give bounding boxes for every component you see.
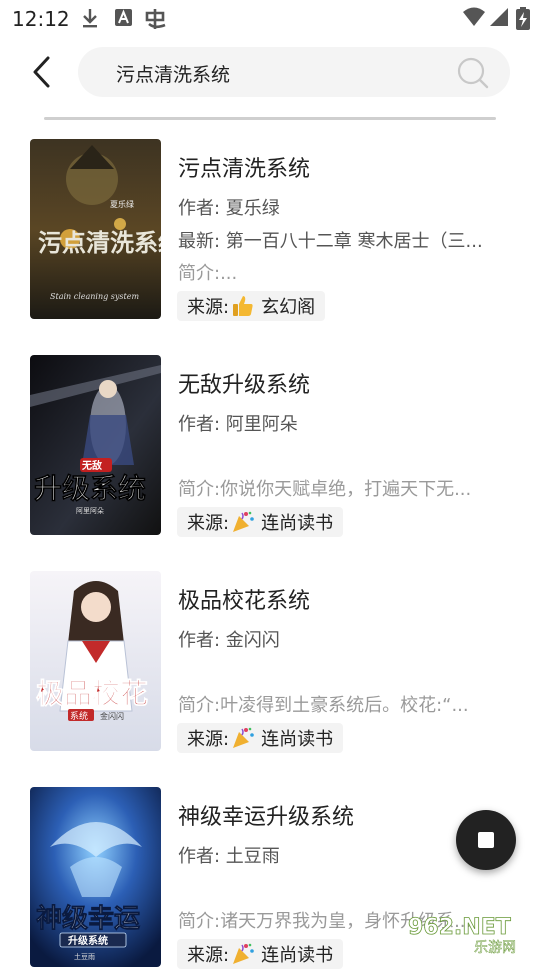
- a-badge-icon: [115, 9, 132, 26]
- source-label: 来源:: [187, 729, 230, 750]
- book-intro: 简介:你说你天赋卓绝，打遍天下无...: [178, 479, 472, 500]
- signal-icon: [490, 8, 508, 26]
- cover-subtitle-text: Stain cleaning system: [50, 292, 139, 301]
- book-title[interactable]: 神级幸运升级系统: [178, 799, 354, 831]
- scroll-divider: [44, 117, 496, 120]
- source-name: 玄幻阁: [261, 297, 316, 318]
- book-intro: 简介:叶凌得到土豪系统后。校花:“...: [178, 695, 469, 716]
- cover-title-text: 升级系统: [34, 472, 146, 505]
- book-cover[interactable]: 污点清洗系统 夏乐绿 Stain cleaning system: [30, 139, 161, 319]
- cover-badge-text: 系统: [70, 710, 88, 722]
- source-name: 连尚读书: [261, 513, 334, 534]
- cover-author-text: 夏乐绿: [110, 199, 134, 209]
- book-latest-chapter: 最新: 第一百八十二章 寒木居士（三...: [178, 231, 483, 252]
- book-cover[interactable]: 无敌 升级系统 阿里阿朵: [30, 355, 161, 535]
- battery-charging-icon: [516, 7, 530, 30]
- cover-author-text: 金闪闪: [100, 711, 124, 721]
- book-title[interactable]: 无敌升级系统: [178, 367, 310, 399]
- watermark-brand: 962.NET: [408, 915, 511, 940]
- cover-badge-text: 无敌: [81, 459, 102, 472]
- source-label: 来源:: [187, 513, 230, 534]
- cover-title-text: 神级幸运: [36, 903, 140, 934]
- status-time: 12:12: [12, 7, 70, 31]
- book-item[interactable]: 极品校花 系统 金闪闪 极品校花系统 作者: 金闪闪 简介:叶凌得到土豪系统后。…: [0, 571, 540, 761]
- search-icon[interactable]: [456, 56, 490, 90]
- book-item[interactable]: 污点清洗系统 夏乐绿 Stain cleaning system 污点清洗系统 …: [0, 139, 540, 329]
- thumbs-up-icon: [233, 296, 253, 316]
- book-source-tag[interactable]: 来源: 连尚读书: [177, 939, 344, 969]
- watermark-sub: 乐游网: [474, 940, 516, 956]
- download-icon: [83, 9, 97, 28]
- book-source-tag[interactable]: 来源: 连尚读书: [177, 723, 344, 753]
- cover-author-text: 阿里阿朵: [76, 506, 104, 515]
- book-author: 作者: 阿里阿朵: [178, 414, 298, 435]
- wifi-icon: [463, 7, 485, 26]
- book-item[interactable]: 无敌 升级系统 阿里阿朵 无敌升级系统 作者: 阿里阿朵 简介:你说你天赋卓绝，…: [0, 355, 540, 545]
- app-glyph-icon: [145, 9, 166, 29]
- cover-title-text: 极品校花: [36, 677, 148, 710]
- source-label: 来源:: [187, 945, 230, 966]
- book-cover[interactable]: 神级幸运 升级系统 土豆雨: [30, 787, 161, 967]
- search-bar[interactable]: 污点清洗系统: [78, 47, 510, 97]
- watermark-logo: 962.NET 乐游网: [408, 915, 517, 956]
- book-cover[interactable]: 极品校花 系统 金闪闪: [30, 571, 161, 751]
- stop-icon: [478, 832, 494, 848]
- status-bar: 12:12: [0, 0, 540, 36]
- book-source-tag[interactable]: 来源: 连尚读书: [177, 507, 344, 537]
- search-input[interactable]: 污点清洗系统: [116, 60, 230, 87]
- book-title[interactable]: 污点清洗系统: [178, 151, 310, 183]
- book-source-tag[interactable]: 来源: 玄幻阁: [177, 291, 326, 321]
- party-popper-icon: [233, 943, 254, 964]
- cover-badge-text: 升级系统: [68, 934, 108, 947]
- source-name: 连尚读书: [261, 729, 334, 750]
- source-label: 来源:: [187, 297, 230, 318]
- book-title[interactable]: 极品校花系统: [178, 583, 310, 615]
- back-arrow-icon[interactable]: [26, 52, 60, 92]
- cover-title-text: 污点清洗系统: [38, 228, 161, 257]
- party-popper-icon: [233, 727, 254, 748]
- book-author: 作者: 金闪闪: [178, 630, 280, 651]
- book-intro: 简介:...: [178, 263, 238, 284]
- book-author: 作者: 夏乐绿: [178, 198, 280, 219]
- party-popper-icon: [233, 511, 254, 532]
- stop-search-button[interactable]: [456, 810, 516, 870]
- source-name: 连尚读书: [261, 945, 334, 966]
- book-author: 作者: 土豆雨: [178, 846, 280, 867]
